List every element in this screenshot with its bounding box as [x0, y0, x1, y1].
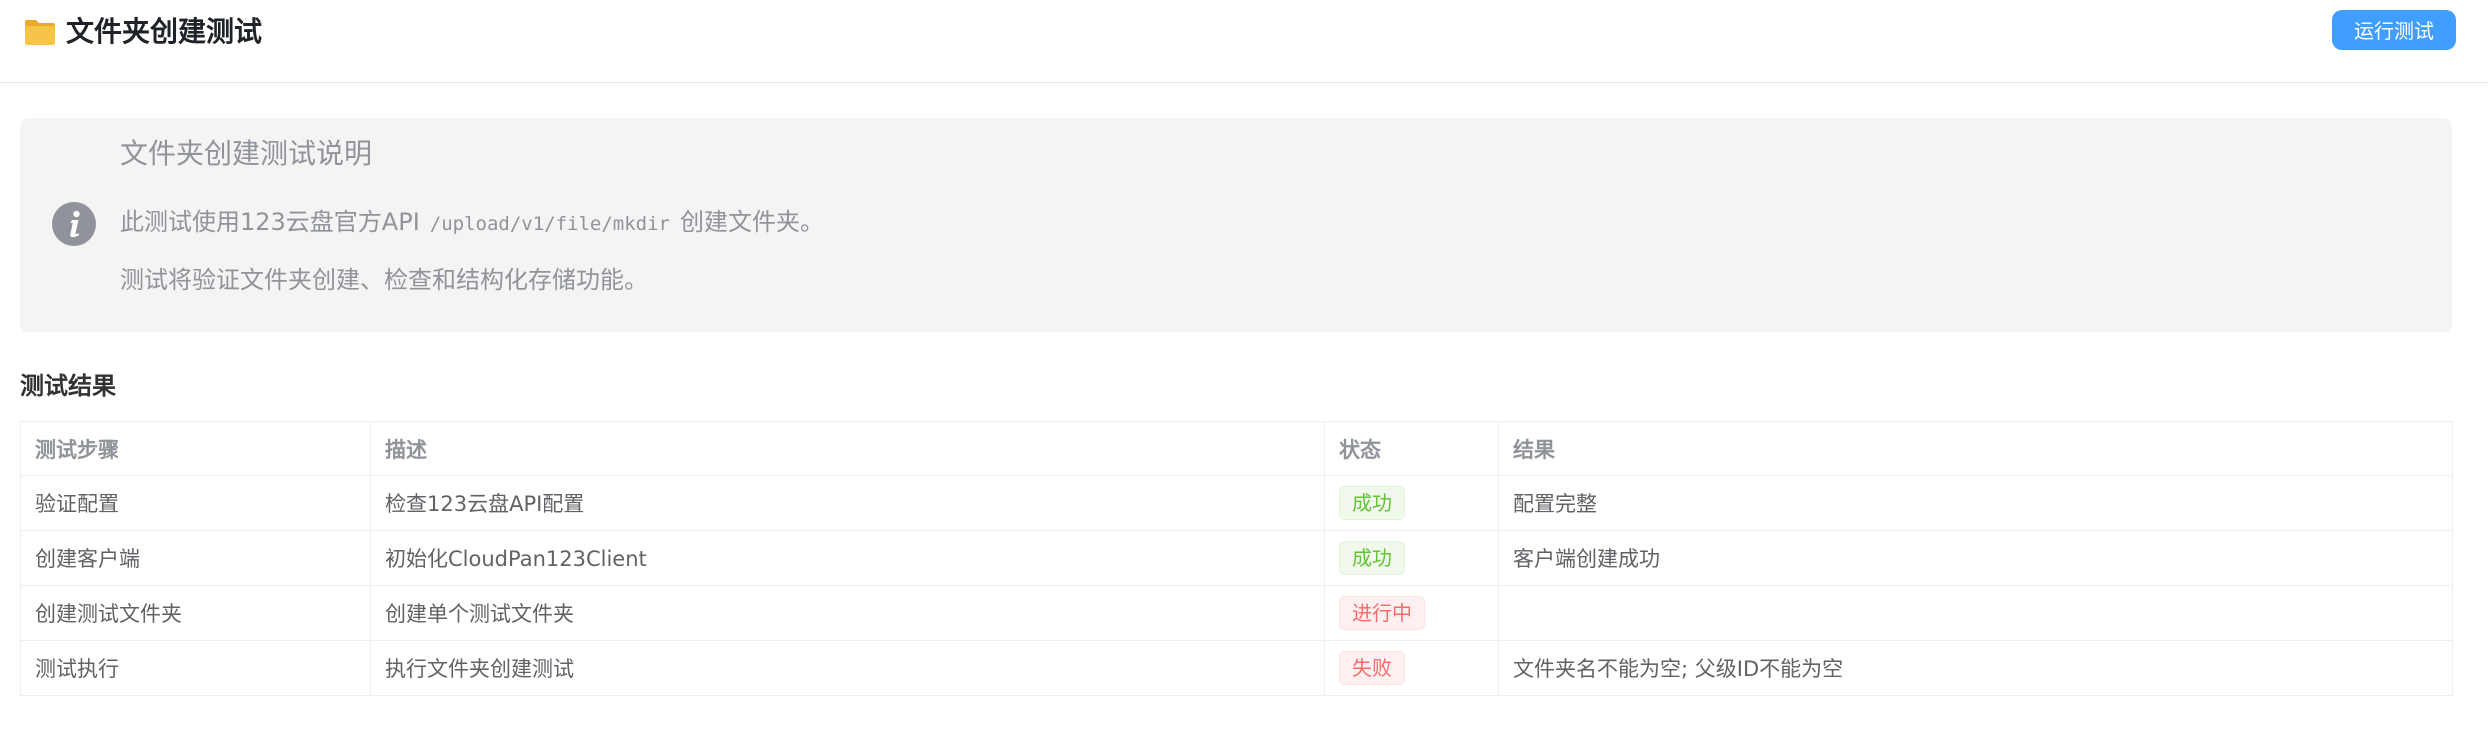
result-cell	[1498, 585, 2453, 641]
column-header-result: 结果	[1498, 421, 2453, 476]
step-cell: 创建客户端	[20, 530, 371, 586]
header: 文件夹创建测试 运行测试	[0, 0, 2488, 83]
api-path-code: /upload/v1/file/mkdir	[429, 213, 670, 235]
step-cell: 验证配置	[20, 475, 371, 531]
description-cell: 执行文件夹创建测试	[370, 640, 1325, 696]
result-cell: 配置完整	[1498, 475, 2453, 531]
table-row: 创建测试文件夹 创建单个测试文件夹 进行中	[20, 585, 2453, 641]
table-row: 验证配置 检查123云盘API配置 成功 配置完整	[20, 475, 2453, 531]
column-header-description: 描述	[370, 421, 1325, 476]
step-cell: 创建测试文件夹	[20, 585, 371, 641]
status-cell: 成功	[1324, 475, 1499, 531]
result-cell: 文件夹名不能为空; 父级ID不能为空	[1498, 640, 2453, 696]
table-header-row: 测试步骤 描述 状态 结果	[20, 421, 2453, 476]
info-title: 文件夹创建测试说明	[120, 137, 373, 170]
description-cell: 创建单个测试文件夹	[370, 585, 1325, 641]
step-cell: 测试执行	[20, 640, 371, 696]
status-badge: 成功	[1339, 486, 1405, 520]
info-detail: 测试将验证文件夹创建、检查和结构化存储功能。	[120, 266, 648, 294]
column-header-step: 测试步骤	[20, 421, 371, 476]
result-cell: 客户端创建成功	[1498, 530, 2453, 586]
description-cell: 初始化CloudPan123Client	[370, 530, 1325, 586]
column-header-status: 状态	[1324, 421, 1499, 476]
table-row: 测试执行 执行文件夹创建测试 失败 文件夹名不能为空; 父级ID不能为空	[20, 640, 2453, 696]
info-text-suffix: 创建文件夹。	[680, 208, 824, 236]
status-badge: 失败	[1339, 651, 1405, 685]
info-panel: 文件夹创建测试说明 此测试使用123云盘官方API/upload/v1/file…	[20, 118, 2452, 332]
status-badge: 成功	[1339, 541, 1405, 575]
info-description: 此测试使用123云盘官方API/upload/v1/file/mkdir 创建文件…	[120, 202, 824, 244]
folder-icon	[25, 20, 55, 45]
status-cell: 进行中	[1324, 585, 1499, 641]
page-title: 文件夹创建测试	[66, 15, 263, 48]
run-test-button[interactable]: 运行测试	[2332, 10, 2456, 50]
status-cell: 失败	[1324, 640, 1499, 696]
results-table: 测试步骤 描述 状态 结果 验证配置 检查123云盘API配置 成功 配置完整 …	[20, 421, 2453, 696]
status-badge: 进行中	[1339, 596, 1425, 630]
info-icon	[52, 202, 96, 246]
results-title: 测试结果	[20, 372, 116, 400]
table-row: 创建客户端 初始化CloudPan123Client 成功 客户端创建成功	[20, 530, 2453, 586]
info-text-prefix: 此测试使用123云盘官方API	[120, 208, 420, 236]
description-cell: 检查123云盘API配置	[370, 475, 1325, 531]
status-cell: 成功	[1324, 530, 1499, 586]
page: 文件夹创建测试 运行测试 文件夹创建测试说明 此测试使用123云盘官方API/u…	[0, 0, 2488, 730]
